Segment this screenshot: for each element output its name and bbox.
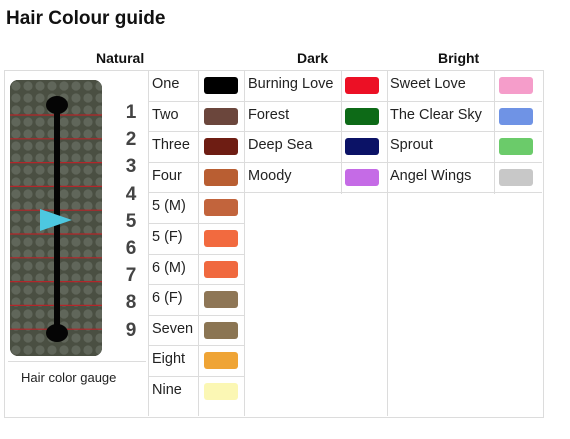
colour-swatch — [345, 77, 379, 94]
colour-swatch — [204, 138, 238, 156]
gauge-caption: Hair color gauge — [21, 370, 117, 385]
grid-line — [148, 223, 245, 224]
dark-label: Deep Sea — [248, 137, 313, 154]
natural-label: Seven — [152, 320, 194, 337]
colour-swatch — [499, 138, 533, 156]
gauge-level-number: 3 — [125, 156, 137, 178]
grid-line — [148, 253, 245, 255]
header-natural: Natural — [96, 50, 145, 66]
colour-swatch — [204, 199, 238, 217]
colour-swatch — [499, 77, 533, 94]
grid-line — [148, 345, 245, 347]
grid-line — [148, 70, 149, 416]
grid-line — [148, 192, 245, 194]
natural-label: One — [152, 76, 180, 92]
header-bright: Bright — [438, 50, 480, 66]
natural-label: Eight — [152, 351, 186, 368]
natural-label: 6 (F) — [152, 290, 183, 307]
page-title: Hair Colour guide — [6, 8, 166, 29]
gauge-level-number: 4 — [125, 183, 137, 205]
hair-color-gauge — [10, 80, 102, 356]
natural-label: Four — [152, 167, 182, 184]
grid-line — [244, 192, 388, 194]
natural-label: Nine — [152, 382, 182, 398]
grid-line — [148, 100, 245, 102]
colour-swatch — [499, 168, 533, 186]
grid-line — [387, 70, 388, 416]
gauge-graphic — [10, 80, 102, 356]
natural-label: Three — [152, 137, 190, 154]
header-dark: Dark — [297, 50, 329, 66]
natural-label: Two — [152, 106, 179, 123]
grid-line — [244, 161, 388, 163]
colour-swatch — [204, 260, 238, 278]
colour-swatch — [345, 107, 379, 125]
colour-swatch — [204, 321, 238, 339]
bright-label: Angel Wings — [390, 167, 472, 184]
bright-label: Sweet Love — [390, 76, 466, 92]
grid-line — [148, 161, 245, 163]
colour-swatch — [204, 352, 238, 370]
grid-line — [244, 100, 388, 102]
dark-label: Forest — [248, 106, 290, 123]
colour-swatch — [204, 230, 238, 247]
grid-line — [387, 192, 542, 194]
colour-swatch — [345, 138, 379, 156]
grid-line — [387, 100, 542, 102]
gauge-level-number: 7 — [125, 265, 137, 287]
natural-label: 6 (M) — [152, 259, 186, 276]
gauge-level-number: 1 — [125, 102, 137, 123]
dark-label: Burning Love — [248, 76, 334, 92]
grid-line — [148, 131, 245, 133]
natural-label: 5 (M) — [152, 198, 186, 215]
gauge-level-number: 6 — [125, 238, 137, 259]
grid-line — [198, 70, 199, 416]
grid-line — [148, 376, 245, 377]
gauge-level-number: 8 — [125, 292, 137, 314]
bright-label: Sprout — [390, 137, 433, 154]
grid-line — [148, 284, 245, 286]
gauge-level-number: 9 — [125, 319, 137, 341]
natural-label: 5 (F) — [152, 229, 183, 245]
colour-swatch — [204, 107, 238, 125]
colour-swatch — [204, 77, 238, 94]
grid-line — [244, 70, 245, 416]
dark-label: Moody — [248, 167, 292, 184]
grid-line — [244, 131, 388, 133]
grid-line — [148, 314, 245, 316]
grid-line — [387, 161, 542, 163]
grid-line — [387, 131, 542, 133]
colour-swatch — [204, 383, 238, 400]
colour-swatch — [204, 168, 238, 186]
colour-swatch — [499, 107, 533, 125]
colour-swatch — [345, 168, 379, 186]
gauge-level-number: 5 — [125, 210, 137, 232]
bright-label: The Clear Sky — [390, 106, 482, 123]
gauge-level-number: 2 — [125, 129, 137, 151]
colour-swatch — [204, 291, 238, 309]
